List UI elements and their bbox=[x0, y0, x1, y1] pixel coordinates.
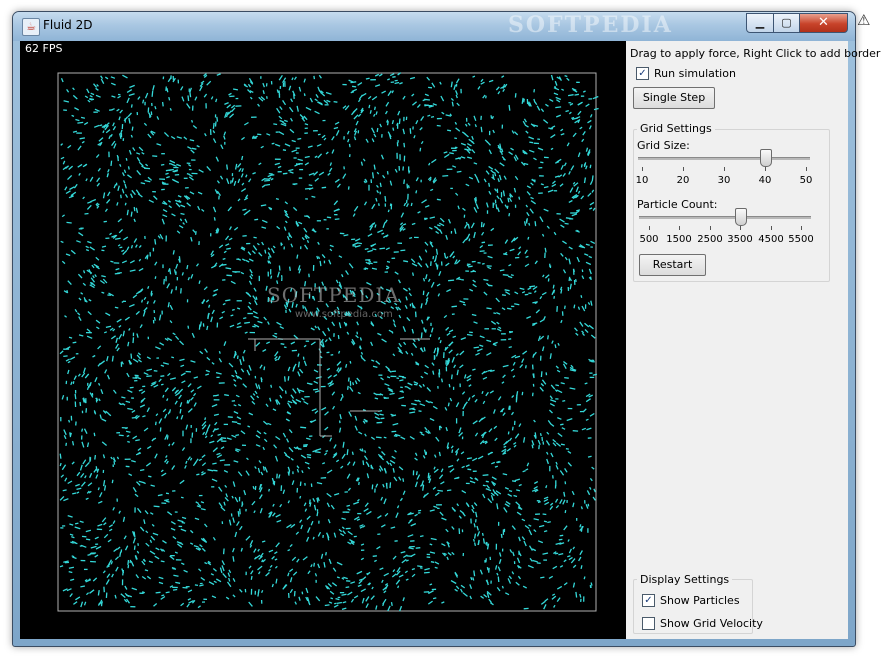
display-settings-title: Display Settings bbox=[637, 573, 733, 586]
slider-tick-label: 20 bbox=[676, 175, 690, 186]
window-title: Fluid 2D bbox=[43, 18, 93, 32]
warning-icon: ⚠ bbox=[857, 11, 871, 29]
checkbox-box[interactable]: ✓ bbox=[642, 594, 655, 607]
checkbox-box[interactable]: ✓ bbox=[636, 67, 649, 80]
watermark-center: SOFTPEDIA bbox=[267, 283, 400, 307]
slider-thumb[interactable] bbox=[760, 149, 772, 167]
slider-tick bbox=[801, 226, 802, 230]
slider-tick-label: 50 bbox=[799, 175, 813, 186]
particles bbox=[59, 72, 599, 612]
slider-tick-label: 10 bbox=[635, 175, 649, 186]
slider-tick bbox=[740, 226, 741, 230]
title-bar[interactable]: ☕ Fluid 2D SOFTPEDIA ▁ ▢ ✕ bbox=[13, 12, 855, 41]
slider-tick bbox=[642, 167, 643, 171]
run-simulation-label: Run simulation bbox=[654, 67, 736, 80]
slider-tick bbox=[771, 226, 772, 230]
watermark-url: www.softpedia.com bbox=[295, 309, 393, 320]
settings-panel: Drag to apply force, Right Click to add … bbox=[626, 41, 880, 639]
fluid-particle-field[interactable] bbox=[20, 41, 626, 639]
slider-tick bbox=[683, 167, 684, 171]
grid-settings-title: Grid Settings bbox=[637, 122, 715, 135]
slider-tick-label: 40 bbox=[758, 175, 772, 186]
slider-tick bbox=[806, 167, 807, 171]
simulation-canvas[interactable]: 62 FPS SOFTPEDIA www.softpedia.com bbox=[20, 41, 626, 639]
restart-button[interactable]: Restart bbox=[639, 254, 706, 276]
slider-tick bbox=[649, 226, 650, 230]
close-button[interactable]: ✕ bbox=[799, 13, 848, 33]
slider-tick bbox=[724, 167, 725, 171]
slider-track[interactable] bbox=[638, 157, 810, 160]
show-grid-velocity-label: Show Grid Velocity bbox=[660, 617, 763, 630]
slider-thumb[interactable] bbox=[735, 208, 747, 226]
app-window: ☕ Fluid 2D SOFTPEDIA ▁ ▢ ✕ 62 FPS SOFTPE… bbox=[12, 11, 880, 647]
slider-track[interactable] bbox=[639, 216, 811, 219]
checkbox-box[interactable] bbox=[642, 617, 655, 630]
show-grid-velocity-checkbox[interactable]: Show Grid Velocity bbox=[642, 617, 763, 630]
show-particles-checkbox[interactable]: ✓ Show Particles bbox=[642, 594, 740, 607]
slider-tick bbox=[710, 226, 711, 230]
slider-tick bbox=[679, 226, 680, 230]
client-area: 62 FPS SOFTPEDIA www.softpedia.com Drag … bbox=[20, 41, 880, 639]
slider-tick-label: 5500 bbox=[788, 234, 814, 245]
single-step-button[interactable]: Single Step bbox=[633, 87, 715, 109]
run-simulation-checkbox[interactable]: ✓ Run simulation bbox=[636, 67, 736, 80]
maximize-button[interactable]: ▢ bbox=[773, 13, 800, 33]
instructions-text: Drag to apply force, Right Click to add … bbox=[630, 47, 881, 60]
slider-tick bbox=[765, 167, 766, 171]
particle-count-label: Particle Count: bbox=[637, 198, 718, 211]
show-particles-label: Show Particles bbox=[660, 594, 740, 607]
minimize-button[interactable]: ▁ bbox=[746, 13, 774, 33]
fps-counter: 62 FPS bbox=[25, 42, 63, 55]
grid-size-label: Grid Size: bbox=[637, 139, 690, 152]
watermark-logo: SOFTPEDIA bbox=[508, 12, 673, 38]
slider-tick-label: 30 bbox=[717, 175, 731, 186]
java-app-icon: ☕ bbox=[22, 18, 40, 36]
